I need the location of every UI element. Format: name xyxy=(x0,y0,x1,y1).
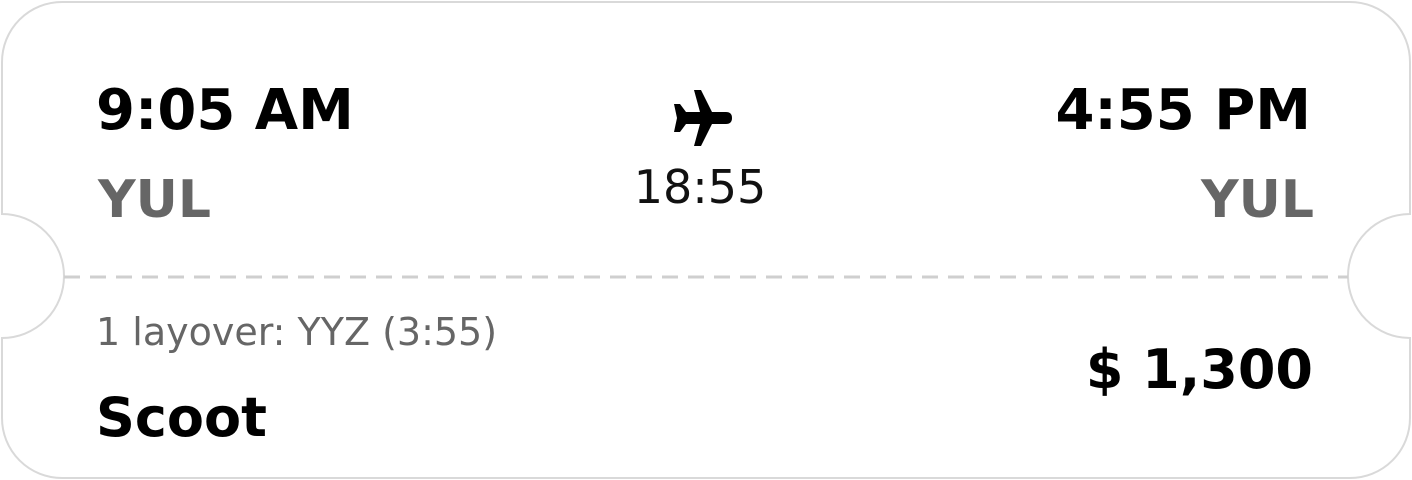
flight-ticket-card[interactable]: 9:05 AM YUL 18:55 4:55 PM YUL 1 layover:… xyxy=(0,0,1412,480)
arrival-airport: YUL xyxy=(1200,170,1314,230)
flight-price: $ 1,300 xyxy=(1085,338,1313,401)
arrival-time: 4:55 PM xyxy=(1055,78,1311,143)
flight-duration: 18:55 xyxy=(633,160,767,214)
airline-name: Scoot xyxy=(96,386,267,449)
airplane-icon xyxy=(674,90,732,146)
layover-info: 1 layover: YYZ (3:55) xyxy=(96,310,498,354)
departure-time: 9:05 AM xyxy=(96,78,354,143)
